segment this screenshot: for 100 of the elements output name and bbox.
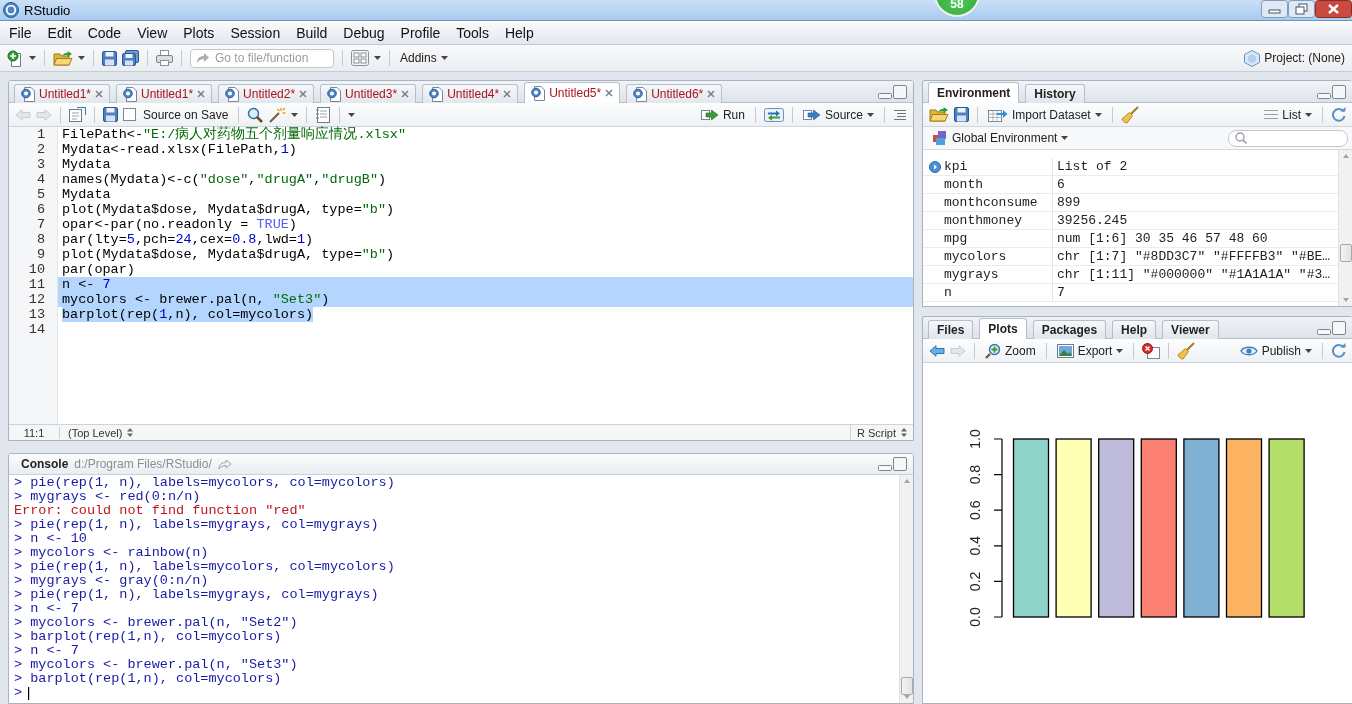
project-button[interactable]: Project: (None) [1242, 48, 1347, 68]
caret-icon [1061, 136, 1069, 140]
vertical-scrollbar[interactable] [1338, 150, 1352, 306]
swap-arrows-icon[interactable] [763, 107, 784, 122]
console-input[interactable]: > [14, 686, 31, 700]
maximize-pane-icon[interactable] [1332, 84, 1346, 99]
file-icon [225, 86, 240, 102]
back-arrow-icon[interactable] [929, 344, 945, 357]
close-icon[interactable] [707, 90, 716, 98]
vertical-scrollbar[interactable] [899, 475, 913, 703]
menu-item[interactable]: Plots [175, 24, 223, 41]
zoom-button[interactable]: Zoom [983, 340, 1038, 361]
save-all-icon[interactable] [122, 50, 139, 66]
expand-icon[interactable] [929, 160, 941, 173]
caret-icon[interactable] [78, 56, 85, 60]
console-line: > mygrays <- gray(0:n/n) [14, 574, 209, 588]
caret-icon[interactable] [291, 112, 299, 117]
save-icon[interactable] [102, 50, 117, 66]
import-dataset-button[interactable]: Import Dataset [986, 104, 1104, 125]
close-icon[interactable] [95, 90, 104, 98]
checkbox-label[interactable]: Source on Save [141, 104, 231, 125]
console-error: Error: could not find function "red" [14, 504, 306, 518]
editor-tab[interactable]: Untitled6* [626, 84, 723, 103]
publish-button[interactable]: Publish [1237, 340, 1314, 361]
line-number: 3 [35, 157, 46, 172]
editor-tab[interactable]: Untitled1* [116, 84, 213, 103]
new-file-icon[interactable] [7, 49, 24, 67]
caret-icon [1305, 348, 1312, 353]
search-icon[interactable] [247, 106, 264, 123]
minimize-icon[interactable] [1261, 0, 1288, 18]
minimize-pane-icon[interactable] [878, 465, 892, 471]
source-button[interactable]: Source [800, 104, 876, 125]
refresh-icon[interactable] [1331, 107, 1346, 122]
close-icon[interactable] [401, 90, 410, 98]
restore-icon[interactable] [1288, 0, 1315, 18]
maximize-pane-icon[interactable] [893, 84, 907, 99]
open-folder-icon[interactable] [929, 107, 949, 122]
editor-tab[interactable]: Untitled2* [218, 84, 315, 103]
save-icon[interactable] [103, 107, 118, 122]
refresh-icon[interactable] [1331, 343, 1346, 358]
file-type-dropdown[interactable]: R Script [849, 425, 913, 440]
editor-tab[interactable]: Untitled1* [14, 84, 111, 103]
menu-item[interactable]: Help [496, 24, 542, 41]
editor-tab[interactable]: Untitled3* [320, 84, 417, 103]
menu-item[interactable]: Session [222, 24, 289, 41]
broom-icon[interactable] [1120, 105, 1139, 124]
broom-icon[interactable] [1177, 341, 1196, 360]
printer-icon[interactable] [156, 50, 173, 66]
panel-tab[interactable]: Environment [928, 82, 1020, 103]
menu-item[interactable]: Debug [335, 24, 393, 41]
menu-item[interactable]: View [129, 24, 176, 41]
menu-item[interactable]: File [1, 24, 40, 41]
panel-tab[interactable]: Packages [1032, 320, 1107, 339]
run-button[interactable]: Run [698, 104, 747, 125]
export-button[interactable]: Export [1054, 340, 1126, 361]
scope-dropdown[interactable]: (Top Level) [60, 425, 142, 440]
eye-icon [1239, 344, 1258, 357]
caret-icon[interactable] [374, 56, 381, 60]
close-icon[interactable] [1315, 0, 1352, 18]
maximize-pane-icon[interactable] [893, 457, 907, 471]
grid-icon[interactable] [351, 50, 369, 66]
addins-button[interactable]: Addins [398, 48, 450, 68]
notebook-icon[interactable] [315, 106, 332, 123]
panel-tab[interactable]: Plots [979, 318, 1027, 339]
close-icon[interactable] [197, 90, 206, 98]
checkbox[interactable] [123, 108, 136, 121]
remove-plot-icon[interactable] [1142, 342, 1161, 359]
panel-tab[interactable]: Viewer [1162, 320, 1219, 339]
minimize-pane-icon[interactable] [1317, 92, 1331, 99]
close-icon[interactable] [605, 89, 614, 97]
caret-icon[interactable] [29, 56, 36, 60]
caret-icon[interactable] [348, 112, 356, 117]
menu-item[interactable]: Build [288, 24, 336, 41]
menu-item[interactable]: Code [79, 24, 130, 41]
panel-tab[interactable]: History [1025, 84, 1085, 103]
minimize-pane-icon[interactable] [878, 92, 892, 99]
caret-icon [1094, 112, 1102, 117]
panel-tab[interactable]: Help [1112, 320, 1157, 339]
window-title: RStudio [24, 2, 71, 18]
minimize-pane-icon[interactable] [1317, 328, 1331, 335]
open-folder-icon[interactable] [53, 50, 73, 66]
maximize-pane-icon[interactable] [1332, 320, 1346, 335]
wand-icon[interactable] [268, 106, 287, 123]
editor-tab[interactable]: Untitled4* [422, 84, 519, 103]
view-dropdown[interactable]: List [1262, 104, 1314, 125]
close-icon[interactable] [299, 90, 308, 98]
outline-icon[interactable] [893, 108, 907, 121]
menu-item[interactable]: Tools [448, 24, 497, 41]
panel-tab[interactable]: Files [928, 320, 974, 339]
line-number: 10 [27, 262, 46, 277]
search-field[interactable] [1228, 129, 1348, 147]
popout-icon[interactable] [69, 107, 86, 122]
menu-item[interactable]: Edit [39, 24, 80, 41]
app-logo-icon [3, 2, 19, 18]
save-icon[interactable] [954, 107, 969, 122]
close-icon[interactable] [503, 90, 512, 98]
editor-tab[interactable]: Untitled5* [524, 82, 621, 103]
console-line: > mygrays <- red(0:n/n) [14, 490, 201, 504]
menu-item[interactable]: Profile [392, 24, 449, 41]
arrow-icon[interactable] [217, 458, 232, 470]
